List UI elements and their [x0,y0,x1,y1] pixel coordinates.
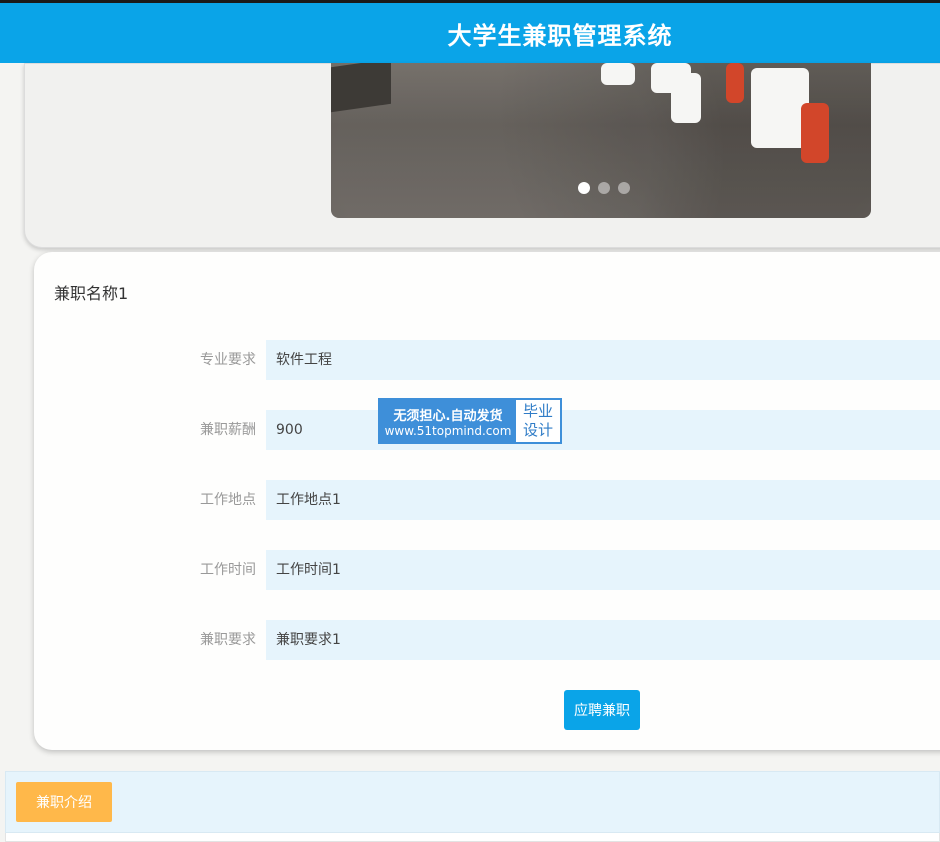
watermark-side-line1: 毕业 [522,402,553,420]
field-label: 兼职要求 [200,632,256,648]
watermark-side-line2: 设计 [522,421,553,439]
tab-job-intro[interactable]: 兼职介绍 [16,782,112,822]
carousel-dot[interactable] [618,182,630,194]
carousel-image-wall [331,63,391,113]
field-value: 900 [266,410,940,450]
job-name: 兼职名称1 [54,284,129,303]
carousel-indicators [578,182,630,194]
carousel-chair-shape [671,73,701,123]
carousel-chair-shape [601,63,635,85]
field-value: 软件工程 [266,340,940,380]
field-label: 工作时间 [200,562,256,578]
watermark-main: 无须担心.自动发货 www.51topmind.com [380,400,516,442]
watermark-url: www.51topmind.com [384,423,512,438]
field-value: 工作时间1 [266,550,940,590]
field-work-time: 工作时间 工作时间1 [180,550,940,590]
carousel-chair-shape [726,63,744,103]
site-header: 大学生兼职管理系统 [0,3,940,63]
watermark-slogan: 无须担心.自动发货 [393,408,503,424]
field-label: 工作地点 [200,492,256,508]
watermark-badge: 无须担心.自动发货 www.51topmind.com 毕业 设计 [378,398,562,444]
field-major: 专业要求 软件工程 [180,340,940,380]
intro-tab-bar [5,771,940,833]
field-label: 专业要求 [200,352,256,368]
apply-job-button[interactable]: 应聘兼职 [564,690,640,730]
field-value: 工作地点1 [266,480,940,520]
watermark-side: 毕业 设计 [516,400,560,442]
site-title: 大学生兼职管理系统 [447,21,673,50]
intro-content-area [5,833,940,842]
field-value: 兼职要求1 [266,620,940,660]
field-requirements: 兼职要求 兼职要求1 [180,620,940,660]
image-carousel[interactable] [331,63,871,218]
carousel-dot[interactable] [598,182,610,194]
carousel-dot[interactable] [578,182,590,194]
field-location: 工作地点 工作地点1 [180,480,940,520]
field-label: 兼职薪酬 [200,422,256,438]
carousel-chair-shape [801,103,829,163]
